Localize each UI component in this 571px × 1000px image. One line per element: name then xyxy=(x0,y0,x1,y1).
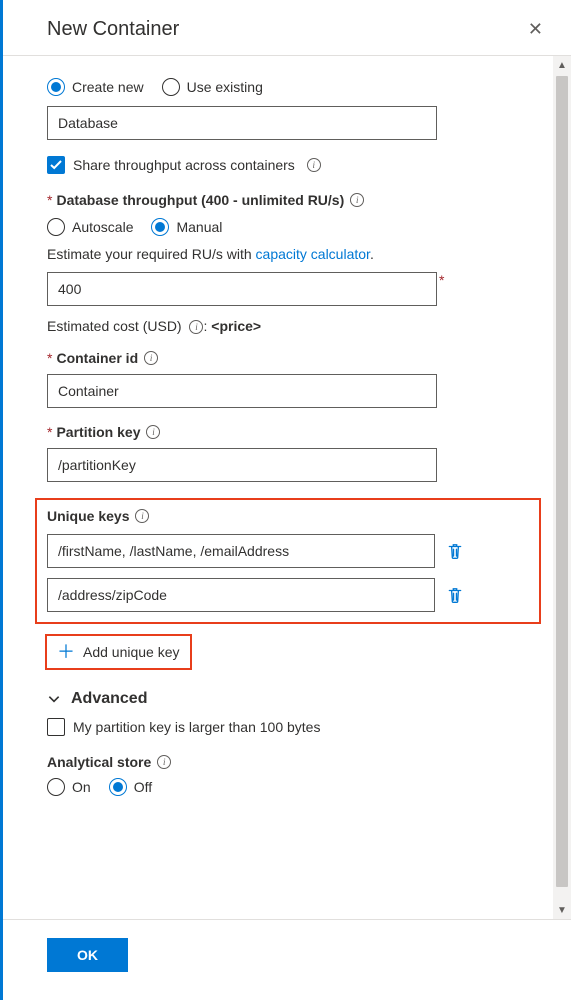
unique-key-row xyxy=(47,534,529,568)
required-asterisk: * xyxy=(47,350,52,366)
database-mode-field: Create new Use existing xyxy=(47,78,529,140)
radio-dot-icon xyxy=(109,778,127,796)
unique-key-input[interactable] xyxy=(47,534,435,568)
radio-label: Create new xyxy=(72,79,144,95)
info-icon[interactable]: i xyxy=(146,425,160,439)
required-asterisk: * xyxy=(439,272,444,288)
throughput-label-row: * Database throughput (400 - unlimited R… xyxy=(47,192,529,208)
scroll-down-arrow-icon[interactable]: ▼ xyxy=(553,901,571,919)
throughput-input-wrap: * xyxy=(47,272,529,306)
panel-title: New Container xyxy=(47,18,179,41)
helper-prefix: Estimate your required RU/s with xyxy=(47,246,256,262)
partition-large-row: My partition key is larger than 100 byte… xyxy=(47,718,529,736)
partition-key-input[interactable] xyxy=(47,448,437,482)
throughput-input[interactable] xyxy=(47,272,437,306)
ok-button[interactable]: OK xyxy=(47,938,128,972)
helper-suffix: . xyxy=(370,246,374,262)
info-icon[interactable]: i xyxy=(350,193,364,207)
required-asterisk: * xyxy=(47,192,52,208)
radio-use-existing[interactable]: Use existing xyxy=(162,78,263,96)
panel-body: Create new Use existing Share throughput… xyxy=(3,56,553,919)
info-icon[interactable]: i xyxy=(189,320,203,334)
radio-autoscale[interactable]: Autoscale xyxy=(47,218,133,236)
add-unique-key-label: Add unique key xyxy=(83,644,180,660)
container-id-label-row: * Container id i xyxy=(47,350,529,366)
info-icon[interactable]: i xyxy=(157,755,171,769)
radio-label: Autoscale xyxy=(72,219,133,235)
scroll-up-arrow-icon[interactable]: ▲ xyxy=(553,56,571,74)
throughput-field: * Database throughput (400 - unlimited R… xyxy=(47,192,529,334)
analytical-radios: On Off xyxy=(47,778,529,796)
unique-keys-highlight: Unique keys i xyxy=(35,498,541,624)
unique-keys-label-row: Unique keys i xyxy=(47,508,529,524)
checkmark-icon xyxy=(50,159,62,171)
share-throughput-row: Share throughput across containers i xyxy=(47,156,529,174)
advanced-label: Advanced xyxy=(71,690,147,708)
trash-icon xyxy=(446,586,464,604)
close-button[interactable]: ✕ xyxy=(528,19,543,40)
unique-key-input[interactable] xyxy=(47,578,435,612)
radio-label: Use existing xyxy=(187,79,263,95)
radio-create-new[interactable]: Create new xyxy=(47,78,144,96)
radio-manual[interactable]: Manual xyxy=(151,218,222,236)
container-id-input[interactable] xyxy=(47,374,437,408)
radio-analytical-off[interactable]: Off xyxy=(109,778,152,796)
partition-key-label-row: * Partition key i xyxy=(47,424,529,440)
radio-dot-icon xyxy=(47,218,65,236)
partition-key-field: * Partition key i xyxy=(47,424,529,482)
estimated-value: <price> xyxy=(211,318,261,334)
radio-dot-icon xyxy=(47,78,65,96)
advanced-toggle[interactable]: Advanced xyxy=(47,690,529,708)
share-throughput-label: Share throughput across containers xyxy=(73,157,295,173)
scroll-thumb[interactable] xyxy=(556,76,568,887)
share-throughput-checkbox[interactable] xyxy=(47,156,65,174)
info-icon[interactable]: i xyxy=(135,509,149,523)
analytical-store-field: Analytical store i On Off xyxy=(47,754,529,796)
info-icon[interactable]: i xyxy=(307,158,321,172)
partition-large-checkbox[interactable] xyxy=(47,718,65,736)
container-id-field: * Container id i xyxy=(47,350,529,408)
container-id-label: Container id xyxy=(56,350,138,366)
panel-footer: OK xyxy=(3,919,571,1000)
panel-header: New Container ✕ xyxy=(3,0,571,55)
radio-label: Manual xyxy=(176,219,222,235)
estimated-cost-row: Estimated cost (USD) i: <price> xyxy=(47,318,529,334)
radio-dot-icon xyxy=(162,78,180,96)
radio-label: Off xyxy=(134,779,152,795)
analytical-label-row: Analytical store i xyxy=(47,754,529,770)
delete-unique-key-button[interactable] xyxy=(445,541,465,561)
trash-icon xyxy=(446,542,464,560)
new-container-panel: New Container ✕ Create new Use existing xyxy=(0,0,571,1000)
throughput-helper: Estimate your required RU/s with capacit… xyxy=(47,246,529,262)
estimated-label: Estimated cost (USD) xyxy=(47,318,185,334)
database-name-input[interactable] xyxy=(47,106,437,140)
radio-dot-icon xyxy=(151,218,169,236)
analytical-label: Analytical store xyxy=(47,754,151,770)
add-unique-key-button[interactable]: ＋ Add unique key xyxy=(45,634,192,670)
unique-key-row xyxy=(47,578,529,612)
plus-icon: ＋ xyxy=(57,643,75,661)
throughput-label: Database throughput (400 - unlimited RU/… xyxy=(56,192,344,208)
radio-label: On xyxy=(72,779,91,795)
radio-dot-icon xyxy=(47,778,65,796)
radio-analytical-on[interactable]: On xyxy=(47,778,91,796)
capacity-calculator-link[interactable]: capacity calculator xyxy=(256,246,370,262)
database-mode-radios: Create new Use existing xyxy=(47,78,529,96)
required-asterisk: * xyxy=(47,424,52,440)
unique-keys-label: Unique keys xyxy=(47,508,129,524)
delete-unique-key-button[interactable] xyxy=(445,585,465,605)
throughput-mode-radios: Autoscale Manual xyxy=(47,218,529,236)
partition-large-label: My partition key is larger than 100 byte… xyxy=(73,719,320,735)
scroll-area: Create new Use existing Share throughput… xyxy=(3,56,571,919)
vertical-scrollbar[interactable]: ▲ ▼ xyxy=(553,56,571,919)
info-icon[interactable]: i xyxy=(144,351,158,365)
partition-key-label: Partition key xyxy=(56,424,140,440)
chevron-down-icon xyxy=(47,692,61,706)
